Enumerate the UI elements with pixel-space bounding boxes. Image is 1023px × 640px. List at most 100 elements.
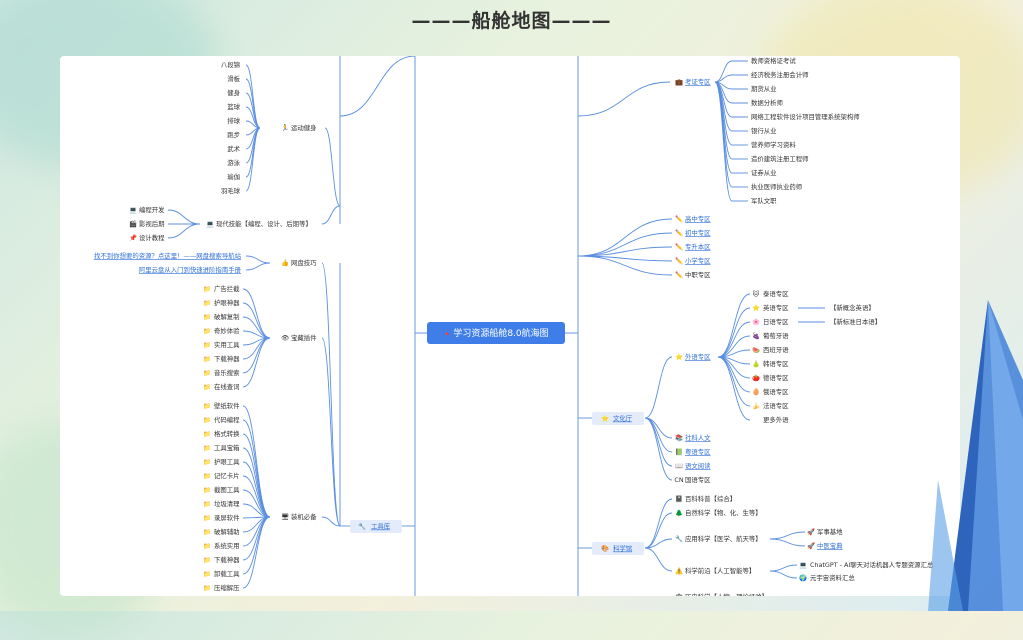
connector-line: [644, 417, 673, 467]
leaf-applied[interactable]: 中医宝典: [817, 541, 843, 550]
folder-icon: 📁: [203, 430, 211, 438]
branch-culture-item[interactable]: 粤语专区: [685, 447, 711, 456]
branch-science-label[interactable]: 科学馆: [613, 544, 632, 553]
history-icon: 🏛: [675, 593, 683, 596]
leaf-plugin: 下载神器: [214, 354, 240, 363]
branch-culture-item: 国语专区: [685, 475, 711, 484]
skill-icon: 📌: [129, 234, 137, 242]
connector-line: [577, 218, 673, 257]
leaf-essential: 工具宝箱: [214, 443, 240, 452]
lang-icon: 🍉: [752, 346, 760, 354]
connector-line: [717, 293, 751, 358]
leaf-language: 法语专区: [763, 401, 789, 410]
connector-line: [769, 538, 806, 547]
leaf-essential: 记忆卡片: [214, 471, 240, 480]
leaf-netdisk-link[interactable]: 找不到你想要的资源？点这里！——网盘搜索导航站: [94, 251, 242, 260]
leaf-frontier: 元宇宙资料汇总: [810, 573, 855, 582]
leaf-sport: 瑜伽: [227, 172, 240, 181]
leaf-plugin: 实用工具: [214, 340, 240, 349]
leaf-language: 俄语专区: [763, 387, 789, 396]
connector-line: [717, 307, 751, 358]
leaf-sport: 篮球: [227, 102, 240, 111]
leaf-essential: 下载神器: [214, 555, 240, 564]
leaf-plugin: 奇妙体验: [214, 326, 240, 335]
leaf-netdisk-link[interactable]: 阿里云盘从入门到快速进阶指南手册: [139, 265, 242, 274]
folder-icon: 📁: [203, 528, 211, 536]
folder-icon: 📁: [203, 299, 211, 307]
root-icon: 🔺: [443, 330, 451, 338]
leaf-language: 德语专区: [763, 373, 789, 382]
folder-icon: 📁: [203, 500, 211, 508]
mindmap[interactable]: 🔺 学习资源船舱8.0航海图 八段锦滑板健身篮球排球跑步武术游泳瑜伽羽毛球 🏃 运动健身…: [60, 56, 960, 596]
leaf-sport: 滑板: [227, 74, 240, 83]
eye-icon: 👁: [281, 334, 290, 342]
branch-exam[interactable]: 考证专区: [685, 77, 711, 86]
connector-line: [714, 81, 733, 174]
leaf-language-extra: 【新概念英语】: [830, 303, 875, 312]
leaf-sport: 羽毛球: [221, 186, 241, 195]
folder-icon: 📁: [203, 402, 211, 410]
branch-skills: 现代技能【编程、设计、后期等】: [216, 219, 312, 228]
connector-line: [242, 419, 271, 518]
folder-icon: 📁: [203, 444, 211, 452]
leaf-language-extra: 【新标准日本语】: [830, 317, 881, 326]
leaf-language: 泰语专区: [763, 289, 789, 298]
leaf-language: 英语专区: [763, 303, 789, 312]
leaf-sport: 游泳: [227, 158, 240, 167]
folder-icon: 📁: [203, 458, 211, 466]
branch-essentials: 装机必备: [291, 512, 317, 521]
leaf-language: 日语专区: [763, 317, 789, 326]
connector-line: [321, 262, 341, 527]
branch-school[interactable]: 高中专区: [685, 214, 711, 223]
mindmap-canvas[interactable]: 🔺 学习资源船舱8.0航海图 八段锦 滑板 健身 篮球 排球 跑步 武术 游泳 瑜伽 羽毛球 🏃 运动健身…: [60, 56, 960, 596]
leaf-plugin: 广告拦截: [214, 284, 240, 293]
connector-line: [644, 547, 673, 572]
culture-icon: 📗: [675, 448, 683, 456]
connector-line: [644, 498, 673, 549]
run-icon: 🏃: [281, 124, 289, 132]
branch-culture-label[interactable]: 文化厅: [613, 414, 633, 423]
leaf-essential: 垃圾清理: [214, 499, 240, 508]
leaf-sport: 八段锦: [221, 60, 240, 69]
connector-line: [242, 337, 271, 388]
connector-line: [245, 127, 261, 178]
branch-school[interactable]: 专升本区: [685, 242, 711, 251]
leaf-exam: 军队文职: [751, 196, 777, 205]
root-label: 学习资源船舱8.0航海图: [453, 327, 548, 339]
science-icon: 🔧: [675, 535, 683, 543]
branch-school[interactable]: 初中专区: [685, 228, 711, 237]
star-icon: ⭐: [675, 353, 683, 361]
leaf-sport: 健身: [227, 88, 240, 97]
frontier-icon: 💻: [799, 561, 807, 569]
connector-line: [339, 56, 416, 117]
branch-foreign[interactable]: 外语专区: [685, 352, 711, 361]
leaf-essential: 护眼工具: [214, 457, 240, 466]
branch-toolbox-label[interactable]: 工具库: [371, 522, 391, 531]
science-icon: 🌲: [675, 509, 683, 517]
branch-school: 中职专区: [685, 270, 711, 279]
lang-icon: 🥚: [752, 388, 760, 396]
connector-line: [644, 512, 673, 549]
glass-crystal-decoration: [928, 300, 1023, 611]
leaf-language: 西班牙语: [763, 345, 789, 354]
folder-icon: 📁: [203, 486, 211, 494]
folder-icon: 📁: [203, 514, 211, 522]
folder-icon: 📁: [203, 383, 211, 391]
branch-school[interactable]: 小学专区: [685, 256, 711, 265]
branch-culture-item[interactable]: 语文阅读: [685, 461, 711, 470]
pencil-icon: ✏️: [675, 257, 683, 265]
leaf-essential: 系统实用: [214, 541, 240, 550]
culture-icon: 📚: [675, 434, 683, 442]
leaf-exam: 期货从业: [751, 84, 777, 93]
connector-line: [245, 78, 261, 129]
leaf-exam: 网络工程软件设计项目管理系统架构师: [751, 112, 860, 121]
connector-line: [242, 288, 271, 339]
leaf-exam: 数据分析师: [751, 98, 784, 107]
leaf-essential: 壁纸软件: [214, 401, 240, 410]
thumbs-up-icon: 👍: [281, 259, 289, 267]
frontier-icon: 🌍: [799, 574, 807, 582]
pencil-icon: ✏️: [675, 243, 683, 251]
leaf-language: 葡萄牙语: [763, 331, 789, 340]
skill-icon: 🎬: [129, 220, 137, 228]
branch-culture-item[interactable]: 社科人文: [685, 433, 711, 442]
